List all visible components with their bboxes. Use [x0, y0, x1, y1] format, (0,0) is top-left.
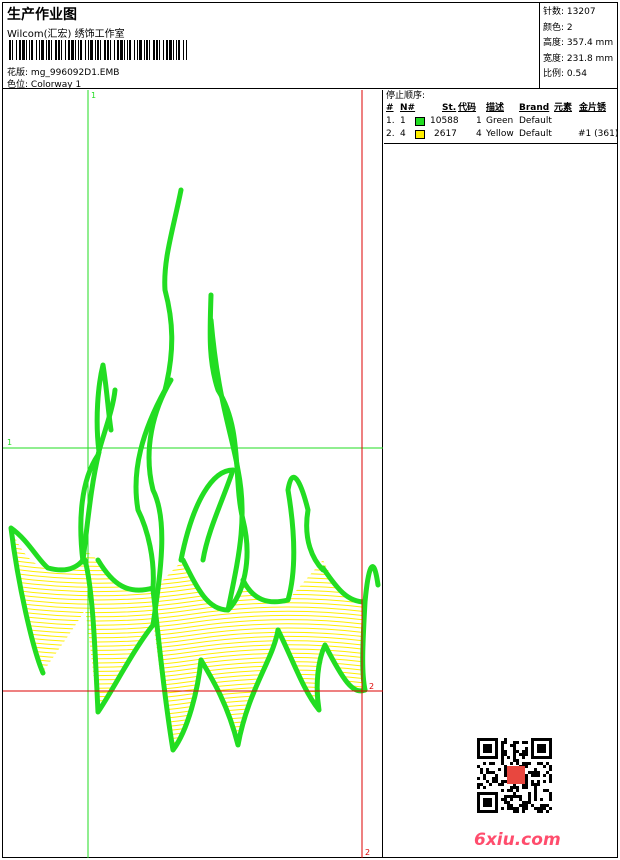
column-sequin: 金片锈: [579, 103, 607, 113]
column-code: 代码: [458, 103, 477, 113]
stat-width: 宽度: 231.8 mm: [543, 53, 614, 64]
watermark-logo: 6xiu.com: [474, 830, 561, 850]
red-guide-label-right: 2: [369, 682, 374, 691]
green-guide-label-left: 1: [7, 438, 12, 447]
embroidery-preview: 1 1 2 2: [3, 90, 383, 858]
color-swatch: [415, 117, 425, 126]
colorway-label: 色位:: [7, 80, 29, 90]
stat-scale: 比例: 0.54: [543, 69, 587, 79]
qr-code-icon: [477, 738, 552, 813]
table-header: # N# St. 代码 描述 Brand 元素 金片锈: [386, 102, 615, 115]
stop-sequence-title: 停止顺序:: [386, 91, 426, 101]
column-stitches: St.: [442, 103, 457, 113]
column-needle: N#: [400, 103, 416, 113]
barcode-icon: [9, 40, 187, 60]
company-name: Wilcom(汇宏) 绣饰工作室: [7, 29, 125, 40]
color-swatch: [415, 130, 425, 139]
column-description: 描述: [486, 103, 505, 113]
column-brand: Brand: [519, 103, 550, 113]
stop-sequence-table: 停止顺序: # N# St. 代码 描述 Brand 元素 金片锈 1. 1 1…: [384, 90, 619, 144]
column-element: 元素: [554, 103, 573, 113]
table-row: 1. 1 10588 1 Green Default: [386, 116, 552, 126]
column-index: #: [386, 103, 394, 113]
production-worksheet: 生产作业图 Wilcom(汇宏) 绣饰工作室 花版: mg_996092D1.E…: [2, 2, 618, 858]
design-canvas: 1 1 2 2: [3, 90, 383, 858]
design-stats: 针数: 13207 颜色: 2 高度: 357.4 mm 宽度: 231.8 m…: [539, 3, 617, 89]
table-row: 2. 4 2617 4 Yellow Default #1 (361): [386, 129, 619, 139]
worksheet-header: 生产作业图 Wilcom(汇宏) 绣饰工作室 花版: mg_996092D1.E…: [3, 3, 617, 90]
page-title: 生产作业图: [7, 7, 77, 23]
stat-colors: 颜色: 2: [543, 22, 573, 33]
colorway-line: 色位: Colorway 1: [7, 77, 81, 90]
colorway-value: Colorway 1: [30, 80, 82, 90]
red-guide-label-bottom: 2: [365, 848, 370, 857]
stop-sequence-panel: 停止顺序: # N# St. 代码 描述 Brand 元素 金片锈 1. 1 1…: [384, 90, 619, 858]
green-guide-label-top: 1: [91, 91, 96, 100]
green-outline-stitches: [8, 187, 381, 753]
stat-height: 高度: 357.4 mm: [543, 38, 614, 48]
yellow-satin-fill: [11, 528, 365, 750]
stat-stitches: 针数: 13207: [543, 7, 596, 17]
